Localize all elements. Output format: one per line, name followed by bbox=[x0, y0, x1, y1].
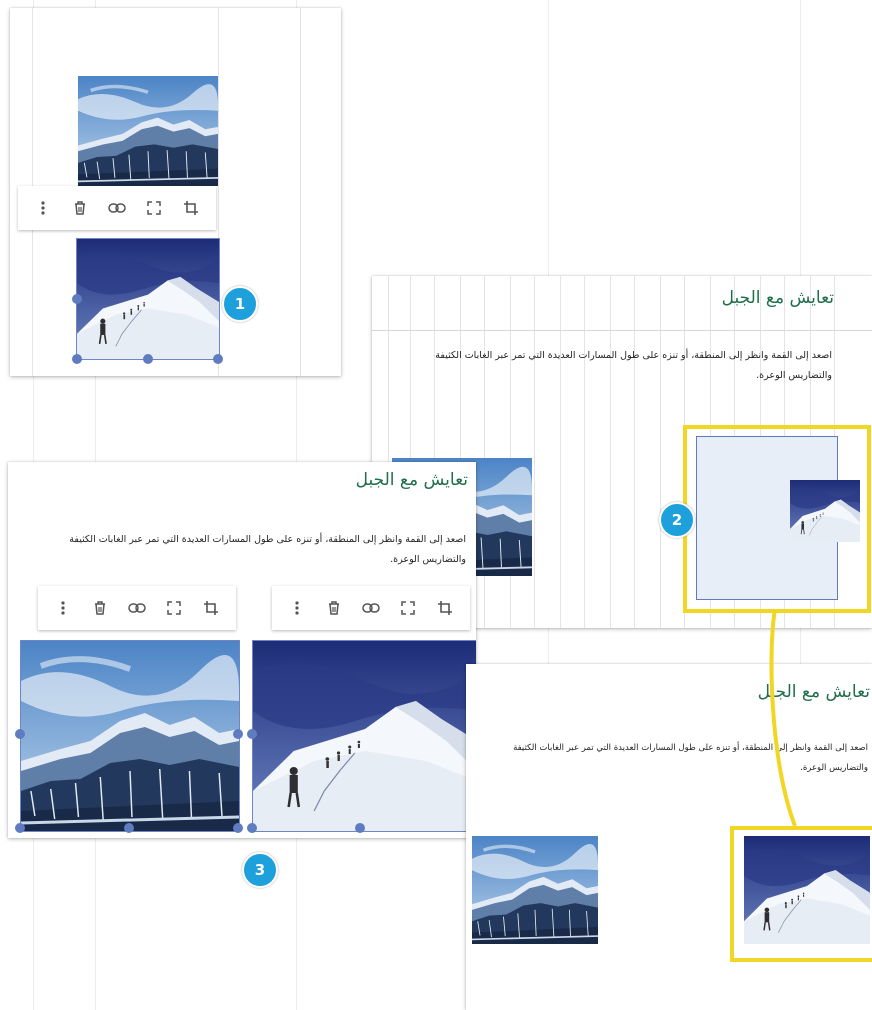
connector-line bbox=[769, 608, 797, 827]
